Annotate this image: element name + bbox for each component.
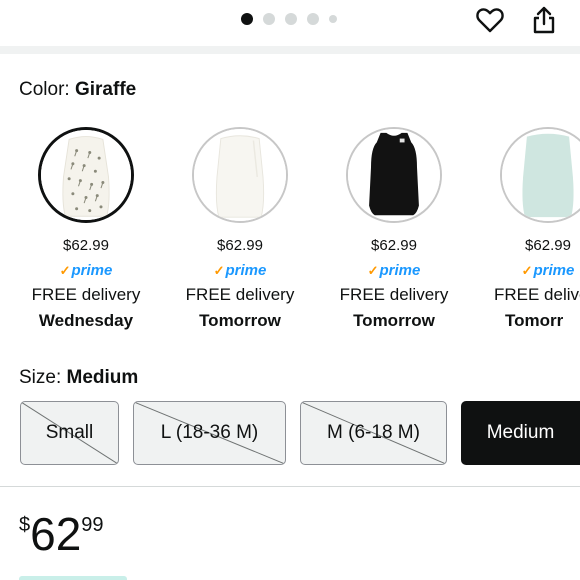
price-whole: 62 — [30, 508, 82, 560]
size-option-medium[interactable]: Medium — [461, 401, 580, 465]
color-swatch-mint[interactable]: $62.99 ✓prime FREE delive Tomorr — [473, 127, 580, 331]
section-divider — [0, 46, 580, 54]
color-swatch-black[interactable]: $62.99 ✓prime FREE delivery Tomorrow — [319, 127, 469, 331]
prime-check-icon: ✓ — [521, 263, 533, 278]
deal-badge-edge — [19, 576, 127, 580]
share-icon[interactable] — [528, 4, 560, 36]
size-label-prefix: Size: — [19, 367, 62, 388]
selected-color-name: Giraffe — [74, 79, 137, 100]
size-option-label: Medium — [486, 422, 555, 443]
size-option-m-6-18m[interactable]: M (6-18 M) — [300, 401, 447, 465]
prime-badge: ✓prime — [214, 262, 267, 280]
prime-check-icon: ✓ — [59, 263, 71, 278]
size-option-small[interactable]: Small — [20, 401, 119, 465]
swatch-price: $62.99 — [525, 237, 571, 254]
prime-check-icon: ✓ — [213, 263, 225, 278]
price-fraction: 99 — [81, 514, 104, 536]
image-carousel-dots — [241, 13, 337, 25]
carousel-dot[interactable] — [263, 13, 275, 25]
delivery-text: FREE delivery — [185, 285, 295, 304]
size-option-l-18-36m[interactable]: L (18-36 M) — [133, 401, 286, 465]
section-divider — [0, 486, 580, 487]
swatch-image[interactable] — [38, 127, 134, 223]
swatch-price: $62.99 — [217, 237, 263, 254]
carousel-dot[interactable] — [307, 13, 319, 25]
carousel-dot[interactable] — [329, 15, 337, 23]
swatch-image[interactable] — [500, 127, 580, 223]
product-price: $ 62 99 — [19, 508, 104, 560]
top-bar — [0, 0, 580, 46]
swatch-image[interactable] — [346, 127, 442, 223]
delivery-day: Tomorrow — [199, 311, 281, 330]
size-option-label: Small — [45, 422, 94, 443]
heart-icon[interactable] — [474, 4, 506, 36]
swatch-price: $62.99 — [371, 237, 417, 254]
prime-badge: ✓prime — [368, 262, 421, 280]
prime-text: prime — [225, 262, 267, 279]
prime-badge: ✓prime — [60, 262, 113, 280]
prime-text: prime — [71, 262, 113, 279]
delivery-day: Tomorr — [505, 311, 564, 330]
prime-badge: ✓prime — [522, 262, 575, 280]
color-label: Color: Giraffe — [19, 79, 136, 101]
price-currency-symbol: $ — [19, 514, 31, 536]
prime-text: prime — [533, 262, 575, 279]
size-option-label: M (6-18 M) — [327, 422, 420, 443]
carousel-dot-active[interactable] — [241, 13, 253, 25]
delivery-day: Wednesday — [38, 311, 134, 330]
color-label-prefix: Color: — [19, 79, 70, 100]
color-swatch-giraffe[interactable]: $62.99 ✓prime FREE delivery Wednesday — [11, 127, 161, 331]
selected-size-name: Medium — [66, 367, 139, 388]
swatch-price: $62.99 — [63, 237, 109, 254]
delivery-text: FREE delivery — [31, 285, 141, 304]
size-option-label: L (18-36 M) — [160, 422, 259, 443]
carousel-dot[interactable] — [285, 13, 297, 25]
delivery-day: Tomorrow — [353, 311, 435, 330]
delivery-text: FREE delive — [494, 285, 580, 304]
prime-text: prime — [379, 262, 421, 279]
prime-check-icon: ✓ — [367, 263, 379, 278]
swatch-image[interactable] — [192, 127, 288, 223]
size-label: Size: Medium — [19, 367, 138, 389]
delivery-text: FREE delivery — [339, 285, 449, 304]
color-swatch-cream[interactable]: $62.99 ✓prime FREE delivery Tomorrow — [165, 127, 315, 331]
